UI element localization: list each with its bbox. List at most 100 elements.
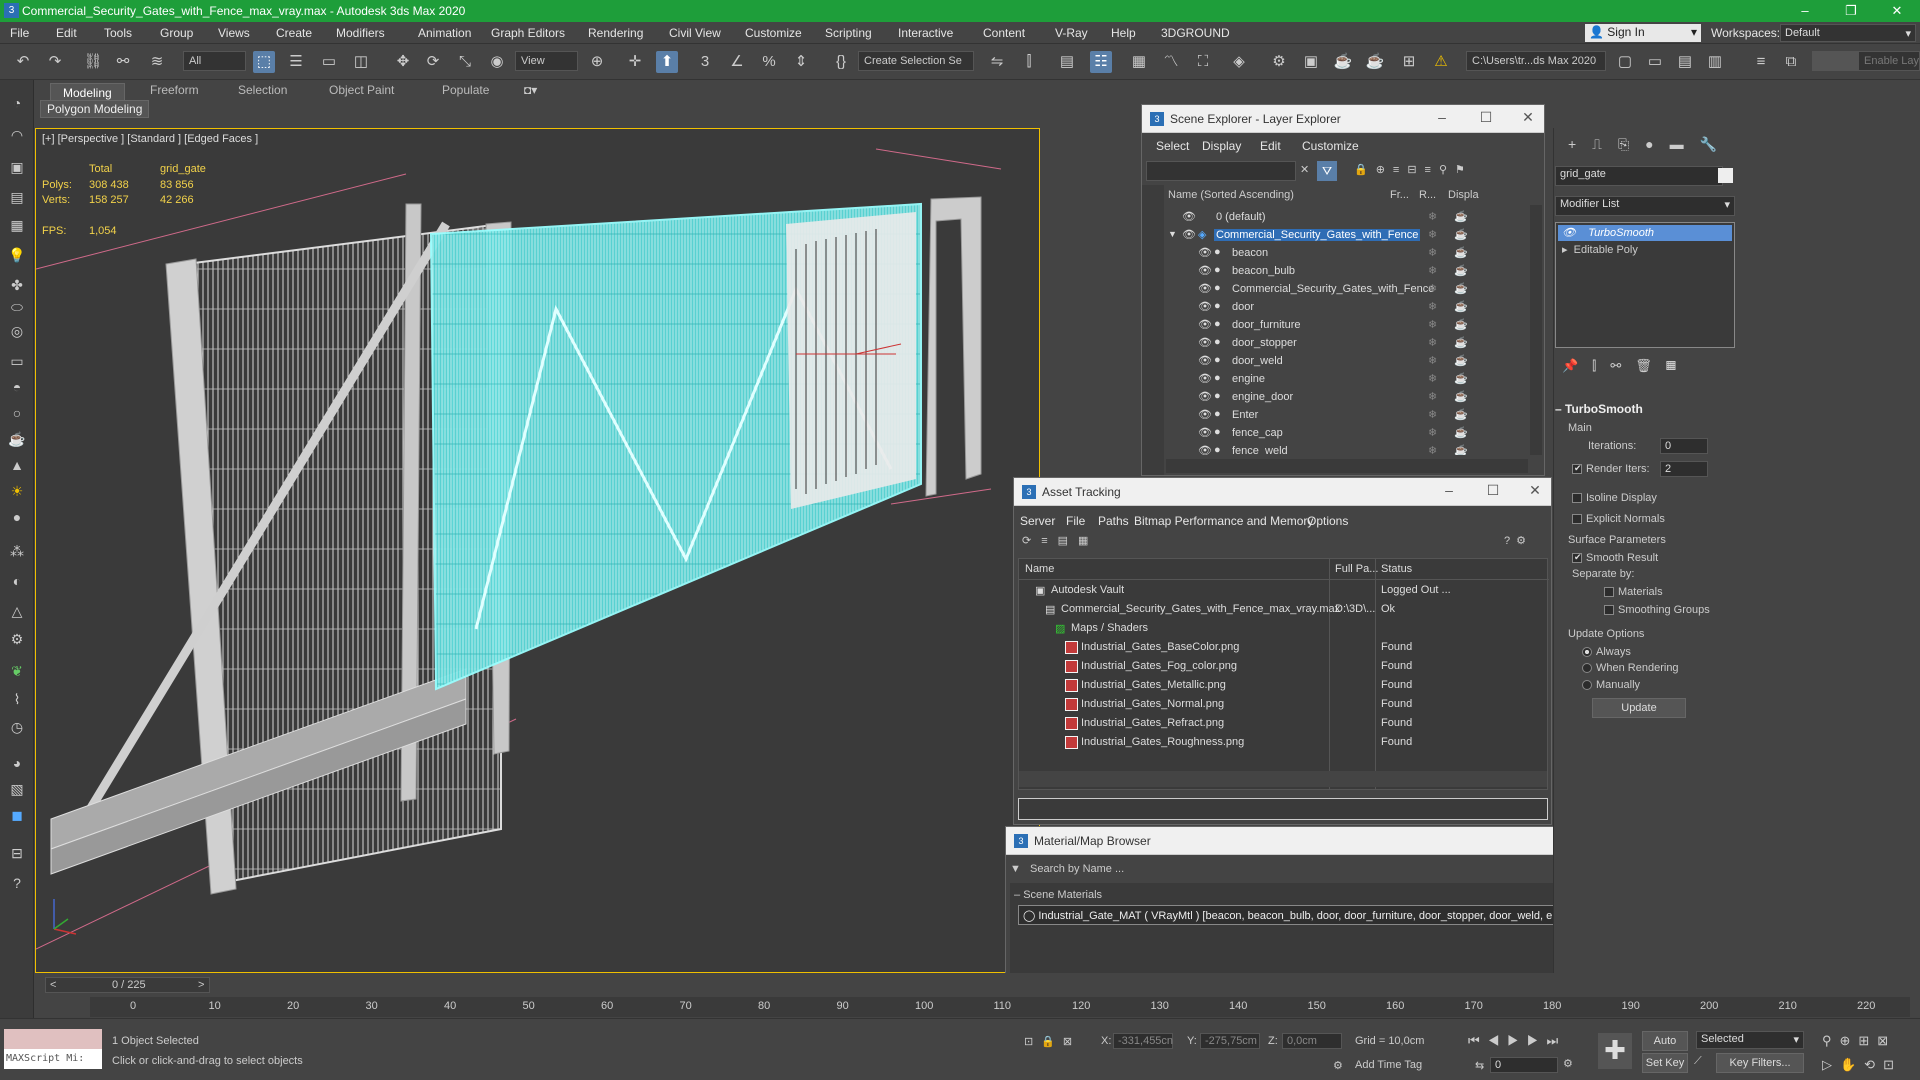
scene-row[interactable]: 👁 ● fence_weld ❄ ☕ — [1166, 443, 1526, 455]
menu-rendering[interactable]: Rendering — [588, 26, 643, 40]
freeze-icon[interactable]: ❄ — [1428, 246, 1437, 259]
polygon-modeling-label[interactable]: Polygon Modeling — [40, 100, 150, 118]
scene-materials-header[interactable]: – Scene Materials — [1014, 889, 1102, 901]
gear-icon[interactable]: ⚙ — [6, 628, 28, 650]
playback-controls[interactable]: ⏮◀▶▶⏭ — [1468, 1033, 1566, 1049]
explicit-normals-checkbox[interactable]: Explicit Normals — [1572, 513, 1665, 525]
scene-tree-scrollbar[interactable] — [1530, 205, 1542, 455]
maximize-icon[interactable]: ☐ — [1472, 109, 1500, 126]
menu-3dground[interactable]: 3DGROUND — [1161, 26, 1230, 40]
object-name-input[interactable]: grid_gate — [1555, 166, 1723, 186]
object-color-swatch[interactable] — [1718, 168, 1733, 183]
scene-menu-select[interactable]: Select — [1156, 139, 1189, 153]
asset-row[interactable]: Industrial_Gates_Roughness.png Found — [1019, 733, 1547, 752]
frame-ruler[interactable]: 0 10 20 30 40 50 60 70 80 90 100 110 120 130 140 150 160… — [90, 997, 1910, 1017]
geosphere-icon[interactable]: ● — [6, 506, 28, 528]
align-icon[interactable]: ⫿ — [1018, 51, 1040, 73]
clear-search-icon[interactable]: ✕ — [1300, 163, 1309, 176]
render-setup-icon[interactable]: ⚙ — [1268, 51, 1290, 73]
menu-scripting[interactable]: Scripting — [825, 26, 872, 40]
ribbon-toggle-icon[interactable]: ▦ — [1128, 51, 1150, 73]
help-icon[interactable]: ? — [6, 872, 28, 894]
y-coordinate-field[interactable]: -275,75cm — [1200, 1033, 1260, 1049]
menu-customize[interactable]: Customize — [745, 26, 802, 40]
time-slider[interactable]: < 0 / 225 > — [45, 977, 210, 993]
foliage-icon[interactable]: ❦ — [6, 660, 28, 682]
scene-row[interactable]: 👁 ● door_stopper ❄ ☕ — [1166, 335, 1526, 353]
freeze-icon[interactable]: ❄ — [1428, 336, 1437, 349]
visibility-eye-icon[interactable]: 👁 — [1198, 318, 1212, 331]
key-selection-dropdown[interactable]: Selected ▾ — [1696, 1031, 1804, 1049]
box-icon[interactable]: ▣ — [6, 156, 28, 178]
ribbon-tab-populate[interactable]: Populate — [442, 83, 489, 97]
grid-icon[interactable]: ▦ — [6, 214, 28, 236]
minimize-icon[interactable]: – — [1435, 482, 1463, 498]
scene-row[interactable]: 👁 0 (default) ❄ ☕ — [1166, 209, 1526, 227]
selection-lock-icons[interactable]: ⊡🔒⊠ — [1024, 1035, 1080, 1048]
asset-row[interactable]: Industrial_Gates_Fog_color.png Found — [1019, 657, 1547, 676]
close-icon[interactable]: ✕ — [1521, 482, 1549, 499]
render-teapot-icon[interactable]: ☕ — [1454, 210, 1468, 223]
percent-snap-icon[interactable]: % — [758, 51, 780, 73]
utilities-icon[interactable]: ⊟ — [6, 842, 28, 864]
render-iterative-icon[interactable]: ☕ — [1364, 51, 1386, 73]
menu-modifiers[interactable]: Modifiers — [336, 26, 385, 40]
spinner-snap-icon[interactable]: ⇕ — [790, 51, 812, 73]
visibility-eye-icon[interactable]: 👁 — [1182, 228, 1196, 241]
asset-row[interactable]: ▣ Autodesk Vault Logged Out ... — [1019, 581, 1547, 600]
iterations-spinner[interactable]: 0 — [1660, 438, 1708, 454]
rotate-icon[interactable]: ⟳ — [422, 51, 444, 73]
col-freeze-header[interactable]: Fr... — [1390, 189, 1409, 201]
col-name-header[interactable]: Name — [1025, 563, 1054, 575]
render-teapot-icon[interactable]: ☕ — [1454, 372, 1468, 385]
smooth-result-checkbox[interactable]: Smooth Result — [1572, 552, 1658, 564]
ribbon-tab-selection[interactable]: Selection — [238, 83, 287, 97]
visibility-eye-icon[interactable]: 👁 — [1198, 336, 1212, 349]
reference-coord-dropdown[interactable]: View — [515, 51, 578, 71]
gate-wireframe-model[interactable] — [36, 129, 1040, 973]
add-time-tag[interactable]: Add Time Tag — [1355, 1059, 1422, 1071]
stack-tools-icons[interactable]: 📌⫿⚯🗑▦ — [1562, 358, 1690, 374]
warning-icon[interactable]: ⚠ — [1430, 51, 1452, 73]
freeze-icon[interactable]: ❄ — [1428, 354, 1437, 367]
perspective-viewport[interactable]: [+] [Perspective ] [Standard ] [Edged Fa… — [35, 128, 1040, 973]
menu-civil-view[interactable]: Civil View — [669, 26, 721, 40]
enable-layer-field[interactable]: Enable Laye — [1858, 51, 1920, 71]
scene-explorer-titlebar[interactable]: 3 Scene Explorer - Layer Explorer – ☐ ✕ — [1142, 105, 1544, 133]
turbosmooth-rollout-header[interactable]: – TurboSmooth — [1555, 402, 1723, 416]
create-shape-icon[interactable]: ◠ — [6, 124, 28, 146]
smoothing-groups-checkbox[interactable]: Smoothing Groups — [1604, 604, 1710, 616]
render-teapot-icon[interactable]: ☕ — [1454, 228, 1468, 241]
named-selection-icon[interactable]: {} — [830, 51, 852, 73]
asset-path-field[interactable] — [1018, 798, 1548, 820]
particle-icon[interactable]: ⁂ — [6, 540, 28, 562]
always-radio[interactable]: Always — [1582, 646, 1631, 658]
scene-search-input[interactable] — [1146, 161, 1296, 181]
key-tangent-icon[interactable]: ⟋ — [1694, 1055, 1702, 1068]
menu-file[interactable]: File — [10, 26, 29, 40]
render-iters-checkbox[interactable]: Render Iters: — [1572, 463, 1650, 475]
curve-editor-icon[interactable]: 〽 — [1160, 51, 1182, 73]
menu-graph-editors[interactable]: Graph Editors — [491, 26, 565, 40]
menu-views[interactable]: Views — [218, 26, 250, 40]
render-frame-icon[interactable]: ▣ — [1300, 51, 1322, 73]
maxscript-listener-field[interactable] — [4, 1029, 102, 1049]
visibility-eye-icon[interactable]: 👁 — [1182, 210, 1196, 223]
asset-tracking-titlebar[interactable]: 3 Asset Tracking – ☐ ✕ — [1014, 478, 1551, 506]
menu-help[interactable]: Help — [1111, 26, 1136, 40]
asset-row[interactable]: Industrial_Gates_BaseColor.png Found — [1019, 638, 1547, 657]
set-key-button[interactable]: Set Key — [1642, 1053, 1688, 1073]
angle-snap-icon[interactable]: ∠ — [726, 51, 748, 73]
ribbon-tab-freeform[interactable]: Freeform — [150, 83, 199, 97]
layers-icon[interactable]: ≡ — [1750, 51, 1772, 73]
select-object-icon[interactable]: ⬚ — [253, 51, 275, 73]
shapes-icon[interactable]: ◐ — [6, 570, 28, 592]
menu-edit[interactable]: Edit — [56, 26, 77, 40]
workspace-dropdown[interactable]: Default ▾ — [1780, 24, 1916, 42]
unlink-icon[interactable]: ⚯ — [112, 51, 134, 73]
freeze-icon[interactable]: ❄ — [1428, 300, 1437, 313]
asset-row[interactable]: Industrial_Gates_Metallic.png Found — [1019, 676, 1547, 695]
menu-animation[interactable]: Animation — [418, 26, 471, 40]
col-name-header[interactable]: Name (Sorted Ascending) — [1168, 189, 1294, 201]
filter-icon[interactable]: ⛛ — [1317, 161, 1337, 181]
